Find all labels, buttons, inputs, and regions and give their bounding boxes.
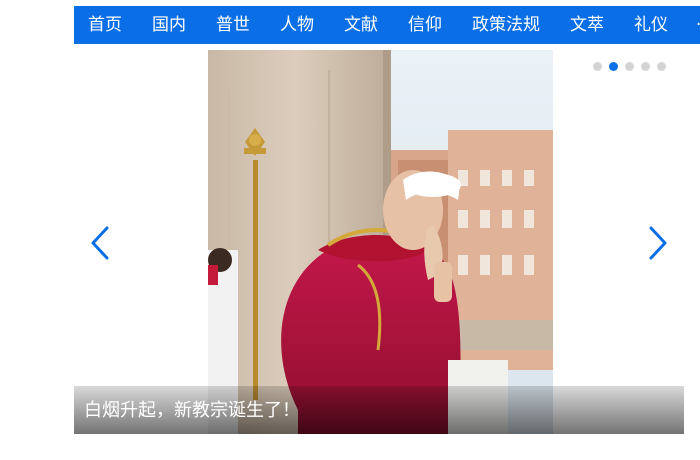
carousel-dot-3[interactable] bbox=[625, 62, 634, 71]
nav-item-domestic[interactable]: 国内 bbox=[152, 6, 186, 44]
carousel-dot-5[interactable] bbox=[657, 62, 666, 71]
nav-item-universal[interactable]: 普世 bbox=[216, 6, 250, 44]
nav-item-faith[interactable]: 信仰 bbox=[408, 6, 442, 44]
caption-bar: 白烟升起，新教宗诞生了！ bbox=[74, 386, 684, 434]
nav-item-overflow[interactable]: · bbox=[696, 6, 700, 44]
chevron-left-icon[interactable] bbox=[88, 225, 112, 261]
nav-item-liturgy[interactable]: 礼仪 bbox=[634, 6, 668, 44]
nav-item-people[interactable]: 人物 bbox=[280, 6, 314, 44]
nav-item-policy[interactable]: 政策法规 bbox=[472, 6, 540, 44]
slide-photo[interactable] bbox=[208, 50, 553, 434]
nav-item-home[interactable]: 首页 bbox=[88, 6, 122, 44]
carousel-dot-1[interactable] bbox=[593, 62, 602, 71]
slide-caption[interactable]: 白烟升起，新教宗诞生了！ bbox=[84, 396, 300, 422]
carousel-dot-2[interactable] bbox=[609, 62, 618, 71]
nav-item-digest[interactable]: 文萃 bbox=[570, 6, 604, 44]
nav-item-documents[interactable]: 文献 bbox=[344, 6, 378, 44]
carousel-dots bbox=[593, 62, 666, 72]
main-nav: 首页 国内 普世 人物 文献 信仰 政策法规 文萃 礼仪 · bbox=[74, 6, 700, 44]
chevron-right-icon[interactable] bbox=[646, 225, 670, 261]
news-carousel: 白烟升起，新教宗诞生了！ bbox=[74, 50, 684, 434]
carousel-dot-4[interactable] bbox=[641, 62, 650, 71]
